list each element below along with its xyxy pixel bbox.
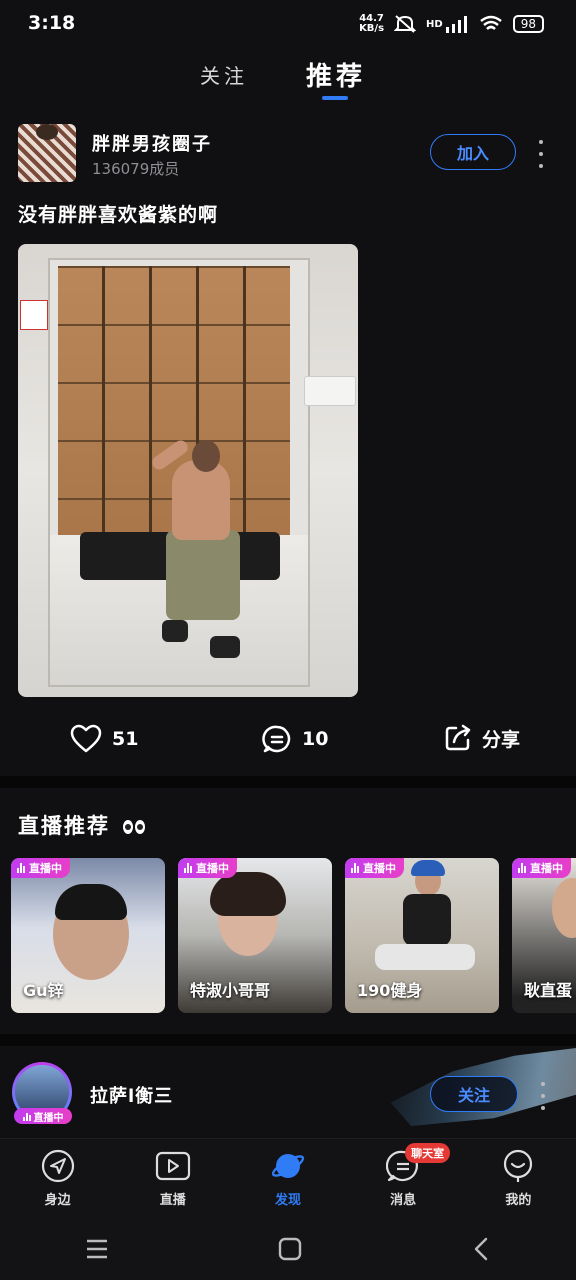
- live-card-name: Gu锌: [23, 981, 64, 1000]
- live-bars-icon: [17, 863, 25, 873]
- live-badge: 直播中: [178, 858, 237, 878]
- live-card-name: 190健身: [357, 981, 423, 1000]
- profile-icon: [504, 1149, 533, 1182]
- status-icons: 44.7 KB/s HD 98: [359, 14, 544, 34]
- nav-label-discover: 发现: [274, 1193, 301, 1208]
- nav-label-profile: 我的: [505, 1193, 532, 1208]
- person-body: [172, 460, 230, 540]
- person-shoe-right: [210, 636, 240, 658]
- nav-item-profile[interactable]: 我的: [470, 1139, 566, 1219]
- live-card[interactable]: 直播中 特淑小哥哥: [178, 858, 332, 1013]
- streamer-face: [552, 878, 576, 938]
- nav-label-live: 直播: [159, 1193, 186, 1208]
- signal-icon: [445, 16, 467, 33]
- section-divider: [0, 776, 576, 788]
- person-pants: [166, 530, 240, 620]
- network-speed-unit: KB/s: [359, 23, 385, 34]
- live-section-title-text: 直播推荐: [18, 814, 110, 838]
- person-shoe-left: [162, 620, 188, 642]
- planet-icon: [271, 1154, 305, 1178]
- more-options-icon[interactable]: [536, 1082, 550, 1110]
- nav-label-messages: 消息: [390, 1193, 417, 1208]
- comment-count: 10: [302, 728, 329, 750]
- wall-outlet: [304, 376, 356, 406]
- heart-icon: [70, 724, 102, 753]
- live-user-badge: 直播中: [14, 1108, 72, 1124]
- streamer-cap: [411, 860, 445, 876]
- like-button[interactable]: 51: [70, 724, 138, 754]
- mute-icon: [394, 15, 417, 33]
- wifi-icon: [479, 15, 502, 30]
- comment-button[interactable]: 10: [262, 724, 328, 754]
- network-speed: 44.7 KB/s: [359, 14, 384, 34]
- live-badge: 直播中: [512, 858, 571, 878]
- battery-indicator: 98: [512, 15, 544, 33]
- follow-button[interactable]: 关注: [430, 1076, 518, 1112]
- chatroom-badge[interactable]: 聊天室: [405, 1143, 451, 1163]
- share-icon: [445, 724, 471, 751]
- nav-label-nearby: 身边: [44, 1193, 71, 1208]
- live-bars-icon: [184, 863, 192, 873]
- more-options-icon[interactable]: [534, 140, 548, 168]
- share-label: 分享: [482, 728, 521, 751]
- post-image[interactable]: [18, 244, 358, 697]
- streamer-hair: [55, 884, 127, 920]
- live-bars-icon: [518, 863, 526, 873]
- streamer-hair: [210, 872, 286, 916]
- mirror: [48, 258, 310, 687]
- group-name[interactable]: 胖胖男孩圈子: [92, 130, 212, 156]
- live-bars-icon: [22, 1111, 31, 1121]
- live-badge: 直播中: [11, 858, 70, 878]
- live-card-name: 特淑小哥哥: [190, 981, 271, 1000]
- tab-follow[interactable]: 关注: [200, 60, 248, 89]
- nav-item-live[interactable]: 直播: [125, 1139, 221, 1219]
- wall-sign: [20, 300, 48, 330]
- live-user-name[interactable]: 拉萨l衡三: [90, 1082, 173, 1108]
- home-icon[interactable]: [277, 1236, 303, 1262]
- system-nav-bar: [0, 1218, 576, 1280]
- live-bars-icon: [351, 863, 359, 873]
- group-avatar[interactable]: [18, 124, 76, 182]
- live-card[interactable]: 直播中 190健身: [345, 858, 499, 1013]
- share-button[interactable]: 分享: [444, 724, 520, 752]
- streamer-shorts: [375, 944, 475, 970]
- nav-item-nearby[interactable]: 身边: [10, 1139, 106, 1219]
- eyes-emoji-icon: [123, 820, 146, 834]
- network-type: HD: [426, 18, 443, 30]
- live-card-name: 耿直蛋: [524, 981, 573, 1000]
- live-card[interactable]: 直播中 耿直蛋: [512, 858, 576, 1013]
- tab-recommend[interactable]: 推荐: [306, 56, 366, 93]
- location-arrow-icon: [41, 1149, 74, 1183]
- bottom-nav: 身边 直播 发现 聊天室 消息 我的: [0, 1138, 576, 1219]
- status-time: 3:18: [28, 12, 76, 34]
- nav-item-discover[interactable]: 发现: [240, 1139, 336, 1219]
- streamer-shirt: [403, 894, 451, 946]
- group-member-count: 136079成员: [92, 160, 180, 178]
- active-tab-indicator: [322, 96, 348, 100]
- post-text[interactable]: 没有胖胖喜欢酱紫的啊: [18, 200, 218, 227]
- like-count: 51: [112, 728, 139, 750]
- live-section-title: 直播推荐: [18, 810, 146, 840]
- back-icon[interactable]: [470, 1236, 492, 1262]
- person-head: [192, 440, 220, 472]
- section-divider: [0, 1034, 576, 1046]
- nav-item-messages[interactable]: 聊天室 消息: [355, 1139, 451, 1219]
- join-group-button[interactable]: 加入: [430, 134, 516, 170]
- live-card[interactable]: 直播中 Gu锌: [11, 858, 165, 1013]
- video-camera-icon: [155, 1151, 190, 1181]
- menu-icon[interactable]: [84, 1237, 110, 1261]
- live-badge: 直播中: [345, 858, 404, 878]
- comment-icon: [262, 725, 291, 753]
